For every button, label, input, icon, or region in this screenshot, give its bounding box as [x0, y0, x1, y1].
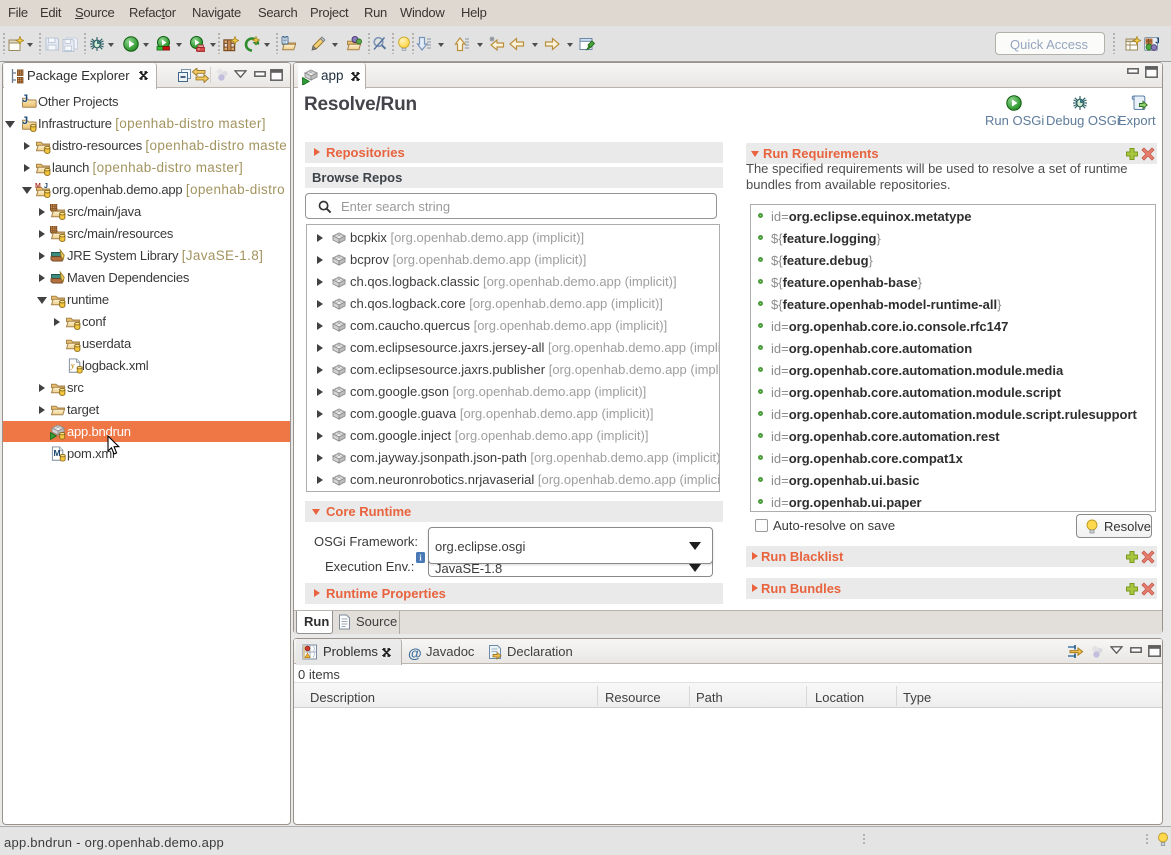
svg-text:M: M	[54, 448, 61, 458]
svg-text:M: M	[35, 183, 41, 190]
svg-text:J: J	[1155, 37, 1159, 46]
svg-text:J: J	[44, 183, 48, 190]
svg-text:y: y	[70, 361, 75, 370]
